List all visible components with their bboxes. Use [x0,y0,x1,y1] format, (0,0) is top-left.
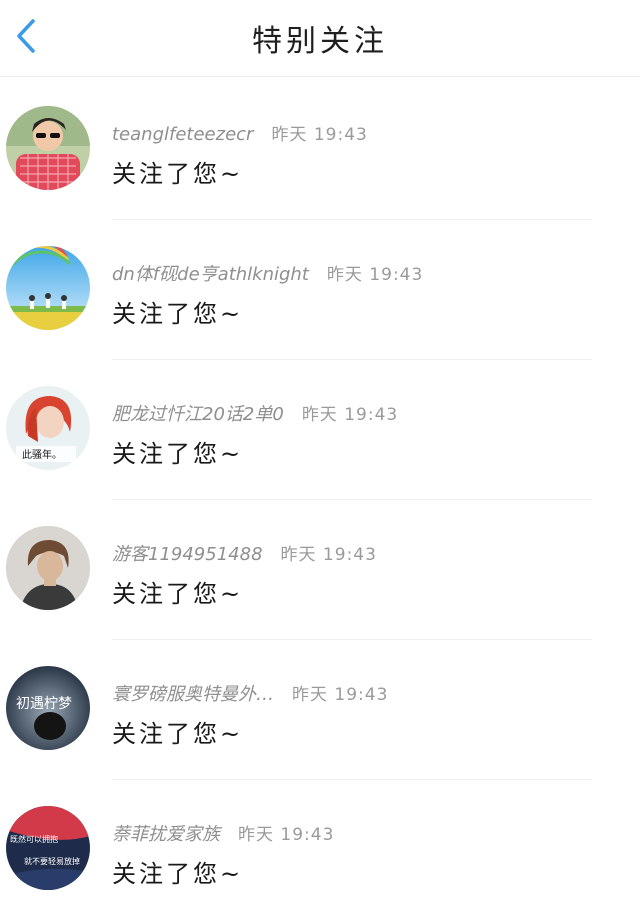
timestamp: 昨天 19:43 [301,405,399,425]
item-meta: dn体f砚de亨athlknight 昨天 19:43 [112,260,423,286]
message-text: 关注了您~ [112,860,244,888]
list-item[interactable]: teanglfeteezecr 昨天 19:43 关注了您~ [0,80,640,220]
message-text: 关注了您~ [112,160,244,188]
username[interactable]: 寰罗磅服奥特曼外… [112,684,274,705]
username[interactable]: 萘菲扰爱家族 [112,824,220,845]
timestamp: 昨天 19:43 [280,545,377,565]
username[interactable]: dn体f砚de亨athlknight [112,264,309,285]
top-bar: 特别关注 [0,0,640,77]
avatar[interactable]: 此骚年。 [6,386,90,470]
item-meta: 萘菲扰爱家族 昨天 19:43 [112,820,334,846]
username[interactable]: 游客1194951488 [112,544,263,565]
message-text: 关注了您~ [112,720,244,748]
item-meta: 游客1194951488 昨天 19:43 [112,540,377,566]
avatar-caption: 此骚年。 [22,448,62,461]
avatar[interactable]: 既然可以拥抱 就不要轻易放掉 [6,806,90,890]
avatar[interactable] [6,106,90,190]
avatar[interactable]: 初遇柠梦 [6,666,90,750]
list-item[interactable]: 既然可以拥抱 就不要轻易放掉 萘菲扰爱家族 昨天 19:43 关注了您~ [0,780,640,920]
username[interactable]: 肥龙过忏江20话2单0 [112,404,284,425]
avatar[interactable] [6,526,90,610]
timestamp: 昨天 19:43 [238,825,335,845]
item-meta: 肥龙过忏江20话2单0 昨天 19:43 [112,400,398,426]
list-item[interactable]: 初遇柠梦 寰罗磅服奥特曼外… 昨天 19:43 关注了您~ [0,640,640,780]
timestamp: 昨天 19:43 [326,265,424,285]
message-text: 关注了您~ [112,580,244,608]
timestamp: 昨天 19:43 [292,685,389,705]
list-item[interactable]: 此骚年。 肥龙过忏江20话2单0 昨天 19:43 关注了您~ [0,360,640,500]
item-meta: teanglfeteezecr 昨天 19:43 [112,120,368,145]
username[interactable]: teanglfeteezecr [112,124,253,145]
avatar-caption: 初遇柠梦 [16,695,72,712]
notification-list: teanglfeteezecr 昨天 19:43 关注了您~ dn体f砚de亨a… [0,80,640,920]
item-meta: 寰罗磅服奥特曼外… 昨天 19:43 [112,680,388,706]
timestamp: 昨天 19:43 [271,125,368,145]
message-text: 关注了您~ [112,440,244,468]
avatar[interactable] [6,246,90,330]
avatar-caption-line-1: 既然可以拥抱 [10,834,58,844]
page-title: 特别关注 [252,24,388,59]
list-item[interactable]: dn体f砚de亨athlknight 昨天 19:43 关注了您~ [0,220,640,360]
avatar-caption-line-2: 就不要轻易放掉 [24,856,80,866]
list-item[interactable]: 游客1194951488 昨天 19:43 关注了您~ [0,500,640,640]
message-text: 关注了您~ [112,300,244,328]
